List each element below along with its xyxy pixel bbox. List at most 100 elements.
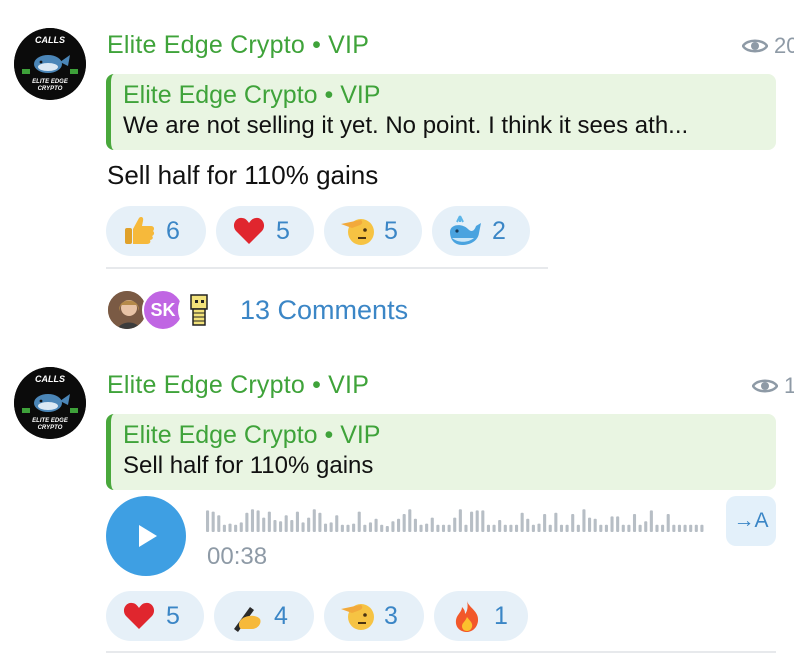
- waveform-bar: [694, 524, 698, 532]
- waveform-bar: [616, 516, 620, 532]
- comments-link[interactable]: 13 Comments: [240, 295, 408, 326]
- waveform-bar: [312, 509, 316, 532]
- waveform-bar: [408, 509, 412, 532]
- thumbs-up-icon: [122, 214, 156, 248]
- reaction-thumbs-up[interactable]: 6: [106, 206, 206, 256]
- waveform-bar: [245, 512, 249, 532]
- waveform-bar: [638, 524, 642, 532]
- voice-duration: 00:38: [207, 543, 268, 570]
- waveform-bar: [503, 524, 507, 532]
- reply-quote[interactable]: Elite Edge Crypto • VIP We are not selli…: [106, 74, 776, 150]
- waveform-bar: [290, 520, 294, 532]
- red-heart-icon: [122, 599, 156, 633]
- waveform-bar: [228, 523, 232, 532]
- waveform-bar: [262, 517, 266, 532]
- waveform-bar: [323, 523, 328, 532]
- waveform-bar: [627, 524, 631, 532]
- reaction-heart[interactable]: 5: [216, 206, 314, 256]
- commenter-avatars[interactable]: SK: [106, 288, 220, 334]
- waveform-bar: [368, 522, 373, 532]
- channel-name[interactable]: Elite Edge Crypto • VIP: [107, 31, 369, 60]
- waveform-bar: [554, 512, 558, 532]
- waveform-bar: [498, 520, 502, 532]
- reaction-fire[interactable]: 1: [434, 591, 528, 641]
- reaction-whale[interactable]: 2: [432, 206, 530, 256]
- waveform-bar: [526, 518, 530, 532]
- waveform-bar: [666, 514, 670, 532]
- waveform-bar: [346, 524, 350, 532]
- waveform-bar: [419, 524, 423, 532]
- waveform-bar: [357, 511, 361, 532]
- waveform-bar: [632, 514, 637, 532]
- waveform-bar: [385, 526, 389, 532]
- reply-author: Elite Edge Crypto • VIP: [123, 81, 381, 109]
- reply-author: Elite Edge Crypto • VIP: [123, 421, 381, 449]
- reaction-salute[interactable]: 3: [324, 591, 424, 641]
- waveform-bar: [458, 509, 462, 532]
- fire-icon: [450, 599, 484, 633]
- reaction-count: 4: [274, 601, 288, 630]
- reactions-bar: 5 4 3 1: [106, 591, 528, 641]
- waveform-bar: [307, 517, 311, 532]
- waveform-bar: [700, 524, 704, 532]
- reaction-count: 6: [166, 216, 180, 245]
- waveform-bar: [537, 523, 541, 532]
- reaction-count: 1: [494, 601, 508, 630]
- waveform-bar: [453, 517, 457, 532]
- reply-text: We are not selling it yet. No point. I t…: [123, 112, 689, 139]
- reply-text: Sell half for 110% gains: [123, 452, 374, 479]
- waveform-bar: [531, 524, 535, 532]
- waveform-bar: [588, 517, 592, 532]
- reaction-count: 3: [384, 601, 398, 630]
- waveform-bar: [391, 521, 395, 532]
- waveform-bar: [397, 518, 401, 532]
- waveform-bar: [593, 518, 597, 532]
- waveform-bar: [425, 523, 429, 532]
- eye-icon: [742, 39, 768, 53]
- waveform-bar: [543, 514, 547, 532]
- channel-name[interactable]: Elite Edge Crypto • VIP: [107, 371, 369, 400]
- waveform-bar: [509, 524, 513, 532]
- svg-text:CRYPTO: CRYPTO: [38, 86, 63, 92]
- voice-waveform[interactable]: [206, 508, 706, 532]
- svg-text:CRYPTO: CRYPTO: [38, 425, 63, 431]
- waveform-bar: [363, 524, 367, 532]
- waveform-bar: [610, 516, 614, 532]
- waveform-bar: [217, 515, 221, 532]
- waveform-bar: [486, 524, 490, 532]
- waveform-bar: [514, 524, 519, 532]
- svg-text:ELITE EDGE: ELITE EDGE: [32, 418, 69, 424]
- waveform-bar: [222, 524, 226, 532]
- reply-quote[interactable]: Elite Edge Crypto • VIP Sell half for 11…: [106, 414, 776, 490]
- waveform-bar: [279, 521, 283, 532]
- svg-text:CALLS: CALLS: [35, 35, 65, 45]
- eye-icon: [752, 379, 778, 393]
- waveform-bar: [250, 509, 255, 532]
- play-button[interactable]: [106, 496, 186, 576]
- waveform-bar: [413, 518, 417, 532]
- reaction-count: 5: [276, 216, 290, 245]
- waveform-bar: [672, 524, 676, 532]
- reaction-heart[interactable]: 5: [106, 591, 204, 641]
- waveform-bar: [441, 524, 446, 532]
- reaction-count: 5: [166, 601, 180, 630]
- waveform-bar: [436, 524, 440, 532]
- waveform-bar: [475, 510, 479, 532]
- reaction-salute[interactable]: 5: [324, 206, 422, 256]
- views-label: 20: [774, 33, 794, 58]
- reaction-writing-hand[interactable]: 4: [214, 591, 314, 641]
- channel-avatar[interactable]: CALLS ELITE EDGE CRYPTO: [14, 28, 86, 100]
- channel-avatar[interactable]: CALLS ELITE EDGE CRYPTO: [14, 367, 86, 439]
- waveform-bar: [352, 523, 356, 532]
- transcribe-button[interactable]: →A: [726, 496, 776, 546]
- calls-whale-logo-icon: CALLS ELITE EDGE CRYPTO: [14, 28, 86, 100]
- whale-icon: [448, 214, 482, 248]
- waveform-bar: [548, 524, 552, 532]
- reactions-bar: 6 5 5 2: [106, 206, 530, 256]
- waveform-bar: [689, 524, 693, 532]
- waveform-bar: [267, 511, 271, 532]
- salute-face-icon: [340, 599, 374, 633]
- message-text: Sell half for 110% gains: [107, 160, 379, 190]
- waveform-bar: [604, 524, 608, 532]
- waveform-bar: [447, 524, 451, 532]
